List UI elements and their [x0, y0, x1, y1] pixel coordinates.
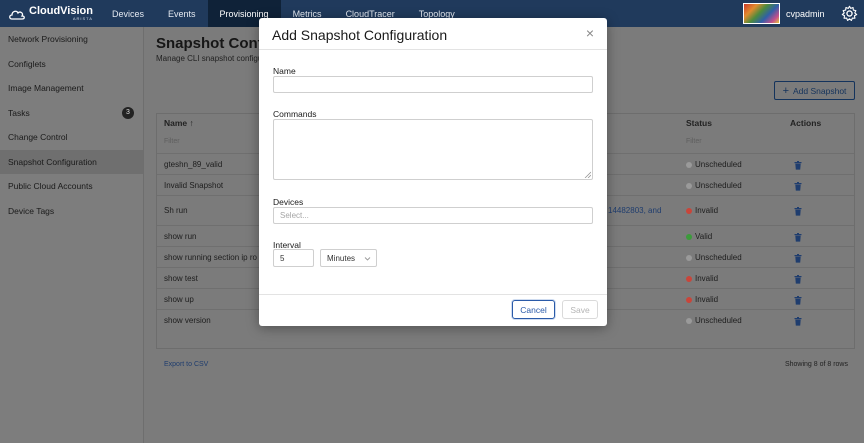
commands-field[interactable] — [273, 119, 593, 180]
status-label: Invalid — [695, 274, 719, 283]
status-filter-input[interactable]: Filter — [686, 138, 702, 145]
app-sub: ARISTA — [72, 16, 93, 21]
username[interactable]: cvpadmin — [786, 9, 825, 19]
trash-icon[interactable] — [794, 296, 802, 305]
tasks-count-badge: 3 — [122, 106, 134, 119]
resize-handle-icon[interactable] — [584, 171, 591, 178]
sidebar-item-tasks[interactable]: Tasks 3 — [0, 101, 143, 126]
sidebar-item-label: Configlets — [8, 58, 46, 69]
trash-icon[interactable] — [794, 317, 802, 326]
sidebar-item-public-cloud-accounts[interactable]: Public Cloud Accounts — [0, 174, 143, 199]
trash-icon[interactable] — [794, 233, 802, 242]
sidebar-item-label: Snapshot Configuration — [8, 156, 97, 167]
nav-events[interactable]: Events — [156, 0, 208, 27]
export-csv-link[interactable]: Export to CSV — [164, 361, 208, 368]
status-cell: Invalid — [686, 206, 718, 215]
status-cell: Unscheduled — [686, 181, 742, 190]
column-header-actions: Actions — [790, 118, 822, 128]
devices-select[interactable] — [273, 207, 593, 224]
column-header-name[interactable]: Name ↑ — [164, 118, 194, 128]
plus-icon: + — [782, 84, 790, 97]
user-avatar[interactable] — [743, 3, 780, 24]
status-cell: Unscheduled — [686, 253, 742, 262]
status-dot-icon — [686, 317, 692, 324]
sidebar-item-label: Change Control — [8, 132, 68, 143]
device-link[interactable]: 14482803, and — [608, 206, 661, 215]
column-header-status[interactable]: Status — [686, 118, 712, 128]
cloud-icon — [9, 10, 25, 20]
trash-icon[interactable] — [794, 161, 802, 170]
status-label: Unscheduled — [695, 253, 742, 262]
sidebar-item-label: Public Cloud Accounts — [8, 181, 93, 192]
save-button[interactable]: Save — [562, 300, 598, 319]
sidebar-item-label: Tasks — [8, 107, 30, 118]
trash-icon[interactable] — [794, 254, 802, 263]
page-subtitle: Manage CLI snapshot configu — [156, 54, 263, 63]
sidebar-item-network-provisioning[interactable]: Network Provisioning — [0, 27, 143, 52]
status-label: Unscheduled — [695, 316, 742, 325]
add-snapshot-label: Add Snapshot — [793, 85, 847, 96]
sidebar-item-label: Image Management — [8, 83, 84, 94]
modal-header-divider — [259, 49, 607, 50]
row-count: Showing 8 of 8 rows — [784, 361, 848, 368]
status-dot-icon — [686, 207, 692, 214]
snapshot-name: show version — [164, 316, 211, 325]
modal-title: Add Snapshot Configuration — [272, 27, 448, 43]
trash-icon[interactable] — [794, 182, 802, 191]
nav-devices[interactable]: Devices — [100, 0, 156, 27]
name-label: Name — [273, 66, 296, 76]
snapshot-name: show test — [164, 274, 198, 283]
status-label: Unscheduled — [695, 160, 742, 169]
snapshot-name: show up — [164, 295, 194, 304]
status-label: Valid — [695, 232, 713, 241]
close-icon[interactable]: × — [584, 26, 596, 40]
snapshot-name: Invalid Snapshot — [164, 181, 224, 190]
status-dot-icon — [686, 233, 692, 240]
sidebar-item-image-management[interactable]: Image Management — [0, 76, 143, 101]
cancel-button[interactable]: Cancel — [512, 300, 555, 319]
snapshot-name: Sh run — [164, 206, 188, 215]
sidebar-item-configlets[interactable]: Configlets — [0, 52, 143, 77]
name-filter-input[interactable]: Filter — [164, 138, 180, 145]
sidebar-item-label: Network Provisioning — [8, 34, 88, 45]
sidebar-item-snapshot-configuration[interactable]: Snapshot Configuration — [0, 149, 143, 174]
status-label: Invalid — [695, 206, 719, 215]
add-snapshot-modal: Add Snapshot Configuration × Name Comman… — [259, 18, 607, 326]
add-snapshot-button[interactable]: + Add Snapshot — [774, 81, 855, 100]
status-cell: Invalid — [686, 274, 718, 283]
trash-icon[interactable] — [794, 275, 802, 284]
snapshot-name: show run — [164, 232, 197, 241]
interval-unit-select[interactable]: Minutes — [320, 249, 377, 267]
interval-value-input[interactable] — [273, 249, 314, 267]
chevron-down-icon — [364, 257, 371, 261]
sidebar-item-label: Device Tags — [8, 205, 55, 216]
status-label: Invalid — [695, 295, 719, 304]
sidebar-item-change-control[interactable]: Change Control — [0, 125, 143, 150]
status-cell: Unscheduled — [686, 160, 742, 169]
cloudvision-logo[interactable]: CloudVision ARISTA — [0, 0, 100, 27]
sidebar-item-device-tags[interactable]: Device Tags — [0, 199, 143, 224]
modal-footer-divider — [259, 294, 607, 295]
gear-icon[interactable] — [841, 5, 858, 22]
status-dot-icon — [686, 161, 692, 168]
name-field[interactable] — [273, 76, 593, 93]
sidebar: Network Provisioning Configlets Image Ma… — [0, 27, 144, 443]
devices-label: Devices — [273, 197, 304, 207]
commands-label: Commands — [273, 109, 317, 119]
status-label: Unscheduled — [695, 181, 742, 190]
status-dot-icon — [686, 254, 692, 261]
status-cell: Unscheduled — [686, 316, 742, 325]
status-cell: Invalid — [686, 295, 718, 304]
status-dot-icon — [686, 275, 692, 282]
snapshot-name: show running section ip ro — [164, 253, 257, 262]
status-cell: Valid — [686, 232, 712, 241]
snapshot-name: gteshn_89_valid — [164, 160, 223, 169]
interval-unit-value: Minutes — [327, 253, 356, 263]
status-dot-icon — [686, 182, 692, 189]
status-dot-icon — [686, 296, 692, 303]
trash-icon[interactable] — [794, 207, 802, 216]
